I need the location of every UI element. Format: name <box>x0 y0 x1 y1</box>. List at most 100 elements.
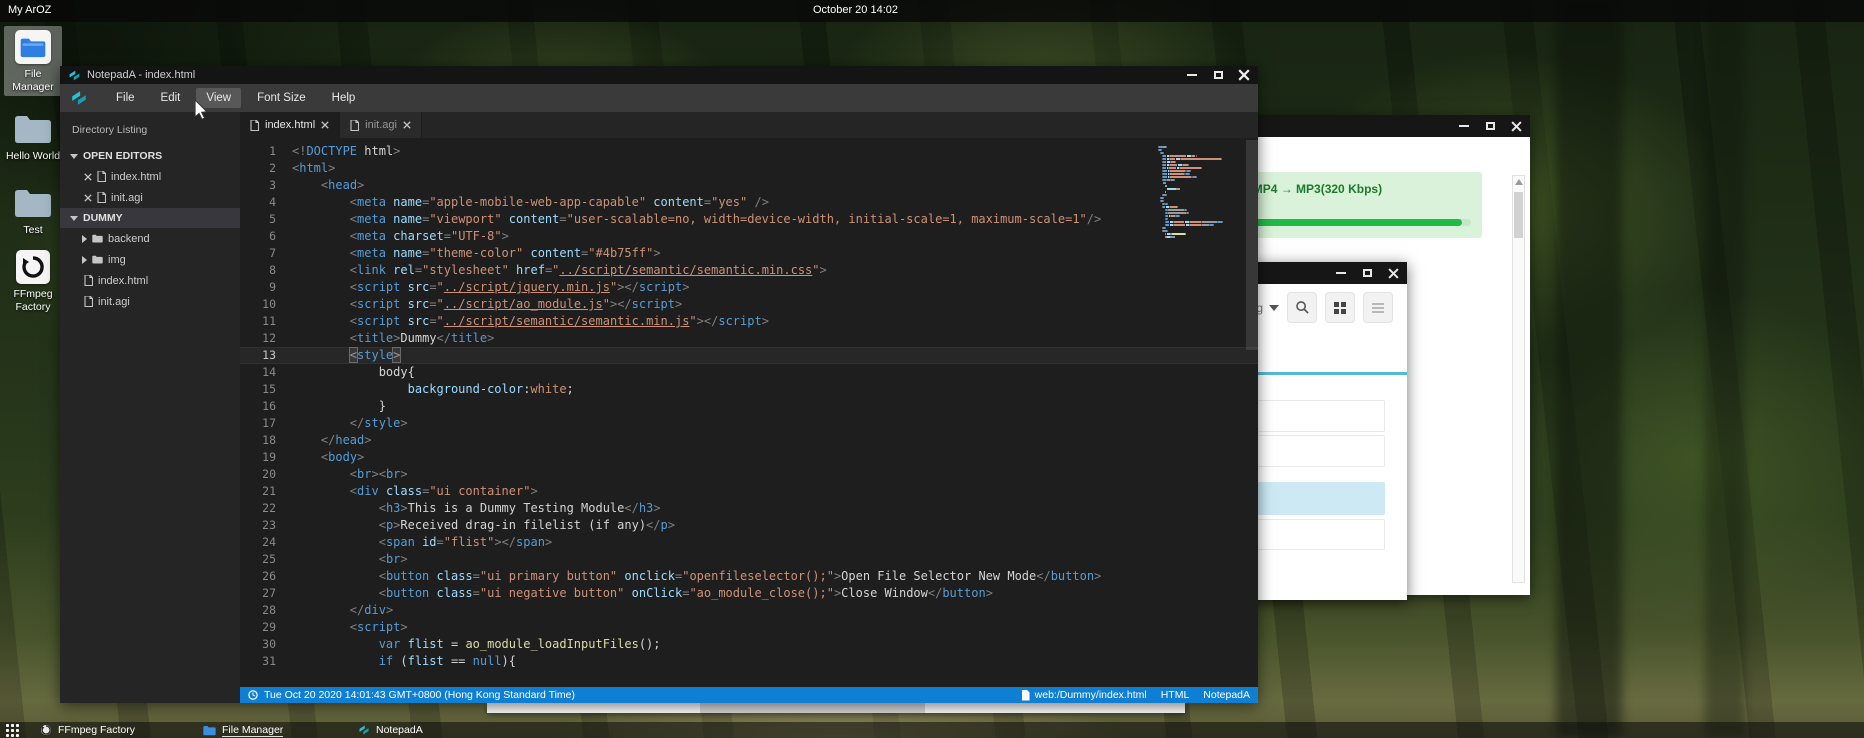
code-line-27[interactable]: 27 <button class="ui negative button" on… <box>240 585 1258 602</box>
desktop-icon-file-manager[interactable]: File Manager <box>4 26 62 96</box>
taskbar-item-notepada[interactable]: NotepadA <box>358 723 423 737</box>
code-line-31[interactable]: 31 if (flist == null){ <box>240 653 1258 670</box>
code-text: <meta name="theme-color" content="#4b75f… <box>292 245 661 262</box>
aroz-menu[interactable]: My ArOZ <box>8 4 51 16</box>
code-line-24[interactable]: 24 <span id="flist"></span> <box>240 534 1258 551</box>
menu-edit[interactable]: Edit <box>151 88 191 108</box>
taskbar-item-ffmpeg-factory[interactable]: FFmpeg Factory <box>40 723 135 737</box>
code-line-23[interactable]: 23 <p>Received drag-in filelist (if any)… <box>240 517 1258 534</box>
code-line-22[interactable]: 22 <h3>This is a Dummy Testing Module</h… <box>240 500 1258 517</box>
code-line-30[interactable]: 30 var flist = ao_module_loadInputFiles(… <box>240 636 1258 653</box>
line-number: 3 <box>240 177 292 194</box>
code-line-14[interactable]: 14 body{ <box>240 364 1258 381</box>
status-app-name: NotepadA <box>1203 689 1250 701</box>
desktop: File Manager Hello World Test FFmpeg Factor… <box>0 0 1864 738</box>
maximize-icon[interactable] <box>1361 267 1373 279</box>
code-line-3[interactable]: 3 <head> <box>240 177 1258 194</box>
sidebar-item-index-html[interactable]: index.html <box>60 270 240 291</box>
code-line-10[interactable]: 10 <script src="../script/ao_module.js">… <box>240 296 1258 313</box>
line-number: 25 <box>240 551 292 568</box>
section-label: DUMMY <box>83 212 123 224</box>
code-line-26[interactable]: 26 <button class="ui primary button" onc… <box>240 568 1258 585</box>
code-text: <h3>This is a Dummy Testing Module</h3> <box>292 500 661 517</box>
list-view-button[interactable] <box>1363 292 1393 323</box>
code-line-4[interactable]: 4 <meta name="apple-mobile-web-app-capab… <box>240 194 1258 211</box>
code-line-28[interactable]: 28 </div> <box>240 602 1258 619</box>
sidebar-header: Directory Listing <box>60 112 240 146</box>
background-window-edge <box>487 702 1185 713</box>
sidebar-item-init-agi[interactable]: init.agi <box>60 187 240 208</box>
minimize-icon[interactable] <box>1458 120 1470 132</box>
desktop-icon-hello-world[interactable]: Hello World <box>4 108 62 166</box>
grid-view-button[interactable] <box>1325 292 1355 323</box>
taskbar-item-file-manager[interactable]: File Manager <box>203 723 283 737</box>
close-icon[interactable] <box>1238 69 1250 81</box>
code-line-25[interactable]: 25 <br> <box>240 551 1258 568</box>
scroll-up-icon[interactable] <box>1515 179 1523 185</box>
sidebar-section-dummy[interactable]: DUMMY <box>60 208 240 228</box>
close-icon[interactable] <box>84 194 92 202</box>
close-icon[interactable] <box>1387 267 1399 279</box>
code-line-15[interactable]: 15 background-color:white; <box>240 381 1258 398</box>
desktop-icon-ffmpeg-factory[interactable]: FFmpeg Factory <box>4 246 62 316</box>
close-icon[interactable] <box>321 121 329 129</box>
minimize-icon[interactable] <box>1335 267 1347 279</box>
code-line-18[interactable]: 18 </head> <box>240 432 1258 449</box>
apps-grid-icon[interactable] <box>5 723 19 737</box>
code-line-17[interactable]: 17 </style> <box>240 415 1258 432</box>
code-line-9[interactable]: 9 <script src="../script/jquery.min.js">… <box>240 279 1258 296</box>
code-line-19[interactable]: 19 <body> <box>240 449 1258 466</box>
close-icon[interactable] <box>84 173 92 181</box>
status-file-path[interactable]: web:/Dummy/index.html <box>1035 689 1147 701</box>
item-label: index.html <box>98 275 148 287</box>
tab-init-agi[interactable]: init.agi <box>340 112 422 138</box>
code-line-16[interactable]: 16 } <box>240 398 1258 415</box>
code-line-20[interactable]: 20 <br><br> <box>240 466 1258 483</box>
maximize-icon[interactable] <box>1484 120 1496 132</box>
code-text: <p>Received drag-in filelist (if any)</p… <box>292 517 675 534</box>
code-area[interactable]: 1<!DOCTYPE html>2<html>3 <head>4 <meta n… <box>240 138 1258 687</box>
editor-scrollbar-thumb[interactable] <box>1246 140 1258 350</box>
code-line-11[interactable]: 11 <script src="../script/semantic/seman… <box>240 313 1258 330</box>
line-number: 2 <box>240 160 292 177</box>
code-line-5[interactable]: 5 <meta name="viewport" content="user-sc… <box>240 211 1258 228</box>
code-line-12[interactable]: 12 <title>Dummy</title> <box>240 330 1258 347</box>
sidebar-item-init-agi[interactable]: init.agi <box>60 291 240 312</box>
desktop-icon-label: Hello World <box>5 150 61 163</box>
status-language[interactable]: HTML <box>1161 689 1190 701</box>
code-line-13[interactable]: 13 <style> <box>240 347 1258 364</box>
menu-help[interactable]: Help <box>322 88 366 108</box>
code-line-21[interactable]: 21 <div class="ui container"> <box>240 483 1258 500</box>
code-line-1[interactable]: 1<!DOCTYPE html> <box>240 143 1258 160</box>
sidebar-section-open-editors[interactable]: OPEN EDITORS <box>60 146 240 166</box>
minimize-icon[interactable] <box>1186 69 1198 81</box>
notepada-icon <box>358 724 370 736</box>
code-line-7[interactable]: 7 <meta name="theme-color" content="#4b7… <box>240 245 1258 262</box>
code-line-8[interactable]: 8 <link rel="stylesheet" href="../script… <box>240 262 1258 279</box>
item-label: init.agi <box>98 296 130 308</box>
sidebar-item-backend[interactable]: backend <box>60 228 240 249</box>
notepada-titlebar[interactable]: NotepadA - index.html <box>60 66 1258 84</box>
code-text: <title>Dummy</title> <box>292 330 494 347</box>
scrollbar-thumb[interactable] <box>1514 192 1523 238</box>
sidebar-item-img[interactable]: img <box>60 249 240 270</box>
code-line-6[interactable]: 6 <meta charset="UTF-8"> <box>240 228 1258 245</box>
maximize-icon[interactable] <box>1212 69 1224 81</box>
code-line-2[interactable]: 2<html> <box>240 160 1258 177</box>
menu-file[interactable]: File <box>106 88 145 108</box>
code-line-29[interactable]: 29 <script> <box>240 619 1258 636</box>
minimap[interactable] <box>1158 146 1242 239</box>
scrollbar[interactable] <box>1512 175 1525 583</box>
desktop-icon-test[interactable]: Test <box>4 182 62 240</box>
menu-font-size[interactable]: Font Size <box>247 88 316 108</box>
line-number: 7 <box>240 245 292 262</box>
tab-index-html[interactable]: index.html <box>240 112 340 138</box>
close-icon[interactable] <box>403 121 411 129</box>
line-number: 23 <box>240 517 292 534</box>
line-number: 27 <box>240 585 292 602</box>
search-button[interactable] <box>1287 292 1317 323</box>
file-icon <box>1021 690 1030 701</box>
sidebar-item-index-html[interactable]: index.html <box>60 166 240 187</box>
code-text: <button class="ui negative button" onCli… <box>292 585 993 602</box>
close-icon[interactable] <box>1510 120 1522 132</box>
